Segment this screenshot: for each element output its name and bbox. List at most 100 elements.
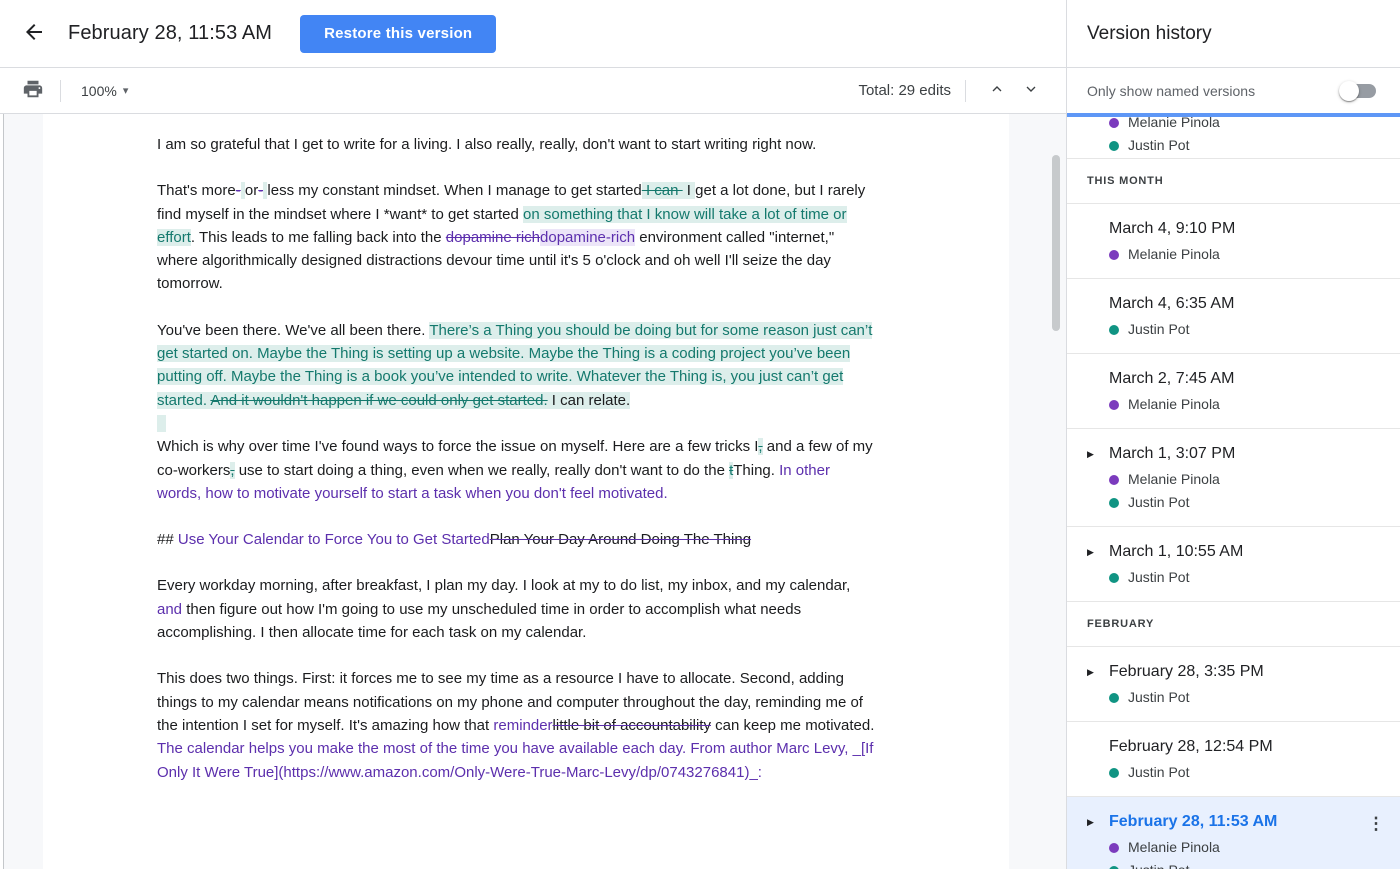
author-row: Melanie Pinola <box>1109 247 1388 262</box>
author-name: Justin Pot <box>1128 863 1189 869</box>
version-item-body: March 1, 10:55 AM Justin Pot <box>1109 542 1388 585</box>
sidebar-title: Version history <box>1087 23 1212 45</box>
next-edit-button[interactable] <box>1014 76 1048 106</box>
author-color-dot <box>1109 693 1119 703</box>
author-name: Melanie Pinola <box>1128 472 1220 487</box>
chevron-up-icon <box>989 81 1005 100</box>
edit-run-blackStrikeP: little bit of accountability <box>553 717 711 734</box>
text-run: use to start doing a thing, even when we… <box>235 462 730 479</box>
section-label: FEBRUARY <box>1087 618 1154 630</box>
text-run: can keep me motivated. <box>711 717 874 734</box>
edit-run-blackStrikeP: Plan Your Day Around Doing The Thing <box>490 531 751 548</box>
expand-arrow-icon[interactable]: ▶ <box>1087 812 1109 869</box>
text-run: then figure out how I'm going to use my … <box>157 601 801 641</box>
edit-run-tealStrike: And it wouldn't happen if we could only … <box>210 392 547 409</box>
expand-arrow-spacer <box>1087 737 1109 780</box>
version-item-partial[interactable]: Melanie Pinola Justin Pot <box>1067 117 1400 159</box>
author-name: Melanie Pinola <box>1128 117 1220 130</box>
edit-run-purpleStrike: dopamine rich <box>446 229 540 246</box>
text-run: . This leads to me falling back into the <box>191 229 446 246</box>
version-date: March 4, 6:35 AM <box>1109 294 1388 314</box>
document-paragraph: I am so grateful that I get to write for… <box>157 133 877 156</box>
total-edits-label: Total: 29 edits <box>858 82 951 99</box>
document-canvas: I am so grateful that I get to write for… <box>0 114 1066 869</box>
toolbar-divider <box>965 80 966 102</box>
edit-run-purple: The calendar helps you make the most of … <box>157 740 873 780</box>
author-color-dot <box>1109 768 1119 778</box>
author-color-dot <box>1109 573 1119 583</box>
version-item-body: March 1, 3:07 PM Melanie Pinola Justin Pot <box>1109 444 1388 510</box>
version-item-body: March 4, 9:10 PM Melanie Pinola <box>1109 219 1388 262</box>
text-run: or <box>245 182 258 199</box>
author-color-dot <box>1109 141 1119 151</box>
document-paragraph: This does two things. First: it forces m… <box>157 667 877 783</box>
edit-run-hl: I <box>683 182 696 199</box>
version-date: March 2, 7:45 AM <box>1109 369 1388 389</box>
edit-run-purple: and <box>157 601 182 618</box>
previous-edit-button[interactable] <box>980 76 1014 106</box>
expand-arrow-icon[interactable]: ▶ <box>1087 662 1109 705</box>
version-date: February 28, 11:53 AM <box>1109 812 1364 832</box>
text-run: You've been there. We've all been there. <box>157 322 429 339</box>
section-label: THIS MONTH <box>1087 175 1163 187</box>
author-row: Justin Pot <box>1109 138 1400 153</box>
edit-run-purpleHl: dopamine-rich <box>540 229 635 246</box>
version-item[interactable]: ▶March 1, 3:07 PM Melanie Pinola Justin Po… <box>1067 429 1400 527</box>
version-item[interactable]: February 28, 12:54 PMJustin Pot <box>1067 722 1400 797</box>
document-paragraph <box>157 412 877 435</box>
author-row: Justin Pot <box>1109 863 1364 869</box>
author-row: Justin Pot <box>1109 765 1388 780</box>
print-icon <box>22 78 44 103</box>
edit-run-purple: Use Your Calendar to Force You to Get St… <box>178 531 490 548</box>
expand-arrow-icon[interactable]: ▶ <box>1087 542 1109 585</box>
partial-authors: Melanie Pinola Justin Pot <box>1067 117 1400 153</box>
back-button[interactable] <box>14 14 54 54</box>
restore-version-button[interactable]: Restore this version <box>300 15 496 53</box>
version-date: March 1, 10:55 AM <box>1109 542 1388 562</box>
chevron-down-icon: ▾ <box>123 84 129 97</box>
author-row: Justin Pot <box>1109 690 1388 705</box>
named-versions-row: Only show named versions <box>1067 68 1400 113</box>
document-paragraph: ## Use Your Calendar to Force You to Get… <box>157 528 877 551</box>
document-paragraph: You've been there. We've all been there.… <box>157 319 877 412</box>
version-item[interactable]: March 4, 9:10 PM Melanie Pinola <box>1067 204 1400 279</box>
author-name: Melanie Pinola <box>1128 397 1220 412</box>
author-row: Justin Pot <box>1109 322 1388 337</box>
back-arrow-icon <box>22 20 46 47</box>
text-run: That's more <box>157 182 236 199</box>
chevron-down-icon <box>1023 81 1039 100</box>
document-scrollbar[interactable] <box>1052 155 1060 331</box>
expand-arrow-icon[interactable]: ▶ <box>1087 444 1109 510</box>
version-date: March 1, 3:07 PM <box>1109 444 1388 464</box>
version-item[interactable]: ▶February 28, 11:53 AMMelanie PinolaJust… <box>1067 797 1400 869</box>
zoom-level-dropdown[interactable]: 100% ▾ <box>75 79 134 103</box>
named-versions-toggle[interactable] <box>1342 84 1376 98</box>
author-color-dot <box>1109 400 1119 410</box>
version-list: Melanie Pinola Justin Pot THIS MONTH March … <box>1067 117 1400 869</box>
version-item[interactable]: ▶February 28, 3:35 PMJustin Pot <box>1067 647 1400 722</box>
edit-run-hl: I can relate. <box>548 392 631 409</box>
print-button[interactable] <box>20 78 46 104</box>
author-name: Justin Pot <box>1128 495 1189 510</box>
toolbar-divider <box>60 80 61 102</box>
edit-run-purpleStrike: - <box>236 182 241 199</box>
version-history-sidebar: Version history Only show named versions… <box>1066 0 1400 869</box>
expand-arrow-spacer <box>1087 294 1109 337</box>
overflow-menu-icon[interactable]: ⋮ <box>1364 812 1388 869</box>
sidebar-header: Version history <box>1067 0 1400 68</box>
version-item[interactable]: ▶March 1, 10:55 AM Justin Pot <box>1067 527 1400 602</box>
version-item[interactable]: March 4, 6:35 AM Justin Pot <box>1067 279 1400 354</box>
version-item[interactable]: March 2, 7:45 AM Melanie Pinola <box>1067 354 1400 429</box>
version-item-body: February 28, 11:53 AMMelanie PinolaJusti… <box>1109 812 1364 869</box>
author-color-dot <box>1109 866 1119 869</box>
app-window: February 28, 11:53 AM Restore this versi… <box>0 0 1400 869</box>
preview-toolbar: 100% ▾ Total: 29 edits <box>0 68 1066 114</box>
document-page: I am so grateful that I get to write for… <box>43 114 1009 869</box>
version-date: March 4, 9:10 PM <box>1109 219 1388 239</box>
author-name: Justin Pot <box>1128 570 1189 585</box>
document-paragraph: Every workday morning, after breakfast, … <box>157 574 877 644</box>
author-row: Justin Pot <box>1109 570 1388 585</box>
zoom-level-value: 100% <box>81 83 117 99</box>
author-row: Justin Pot <box>1109 495 1388 510</box>
author-row: Melanie Pinola <box>1109 117 1400 130</box>
